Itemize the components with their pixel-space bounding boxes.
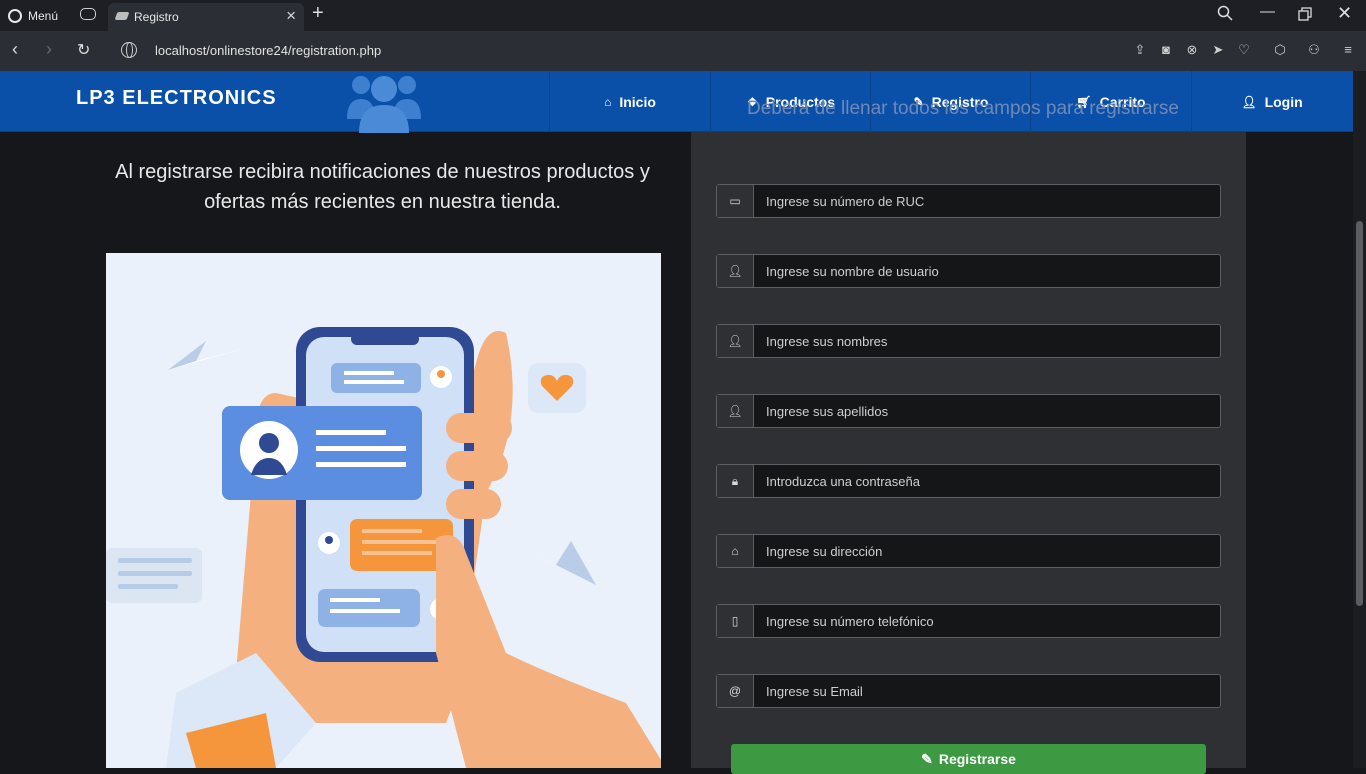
browser-address-bar: ‹ › ↻ localhost/onlinestore24/registrati… xyxy=(0,31,1366,71)
browser-menu-button[interactable]: Menú xyxy=(8,6,58,26)
at-icon: @ xyxy=(717,675,754,707)
browser-tab-bar: Menú Registro × + — ✕ xyxy=(0,0,1366,31)
reload-icon[interactable]: ↻ xyxy=(77,40,90,60)
tab-close-icon[interactable]: × xyxy=(286,6,296,26)
minimize-icon[interactable]: — xyxy=(1260,3,1275,20)
easy-setup-icon[interactable]: ≡ xyxy=(1340,42,1356,58)
browser-menu-label: Menú xyxy=(28,9,59,23)
ruc-input[interactable] xyxy=(754,185,1220,217)
url-field[interactable]: localhost/onlinestore24/registration.php xyxy=(155,43,381,58)
scrollbar-thumb[interactable] xyxy=(1356,221,1363,606)
last-names-input[interactable] xyxy=(754,395,1220,427)
site-info-globe-icon[interactable] xyxy=(121,42,137,58)
address-field: ⌂ xyxy=(716,534,1221,568)
snapshot-camera-icon[interactable]: ◙ xyxy=(1158,42,1174,58)
send-icon[interactable]: ➤ xyxy=(1210,42,1226,58)
gamepad-icon[interactable] xyxy=(80,8,96,20)
nav-login[interactable]: 👤︎ Login xyxy=(1191,71,1352,132)
ruc-field: ▭ xyxy=(716,184,1221,218)
phone-field: ▯ xyxy=(716,604,1221,638)
phone-input[interactable] xyxy=(754,605,1220,637)
search-tabs-icon[interactable] xyxy=(1217,5,1233,25)
home-icon: ⌂ xyxy=(717,535,754,567)
share-icon[interactable]: ⇪ xyxy=(1132,42,1148,58)
password-input[interactable] xyxy=(754,465,1220,497)
opera-logo-icon xyxy=(8,9,22,23)
restore-icon[interactable] xyxy=(1298,7,1312,25)
user-icon: 👤︎ xyxy=(1241,94,1257,109)
registration-tagline: Al registrarse recibira notificaciones d… xyxy=(115,161,650,213)
window-close-icon[interactable]: ✕ xyxy=(1337,3,1352,24)
last-names-field: 👤︎ xyxy=(716,394,1221,428)
tab-favicon-icon xyxy=(114,12,130,20)
address-input[interactable] xyxy=(754,535,1220,567)
nav-inicio[interactable]: ⌂ Inicio xyxy=(549,71,710,132)
user-icon: 👤︎ xyxy=(717,395,754,427)
email-field: @ xyxy=(716,674,1221,708)
credit-card-icon: ▭ xyxy=(717,185,754,217)
registration-illustration xyxy=(106,253,661,768)
extensions-cube-icon[interactable]: ⬡ xyxy=(1272,42,1288,58)
username-input[interactable] xyxy=(754,255,1220,287)
nav-login-label: Login xyxy=(1264,93,1303,110)
email-input[interactable] xyxy=(754,675,1220,707)
user-icon: 👤︎ xyxy=(717,325,754,357)
users-group-icon xyxy=(347,76,421,133)
home-icon: ⌂ xyxy=(604,94,612,109)
new-tab-icon[interactable]: + xyxy=(312,2,324,25)
first-names-input[interactable] xyxy=(754,325,1220,357)
heart-icon[interactable]: ♡ xyxy=(1236,42,1252,58)
register-button[interactable]: ✎ Registrarse xyxy=(731,744,1206,774)
mobile-icon: ▯ xyxy=(717,605,754,637)
lock-icon: 🔒︎ xyxy=(717,465,754,497)
nav-inicio-label: Inicio xyxy=(619,93,656,110)
form-heading: Deberá de llenar todos los campos para r… xyxy=(747,98,1179,119)
block-ads-icon[interactable]: ⊗ xyxy=(1184,42,1200,58)
pencil-icon: ✎ xyxy=(921,750,933,767)
password-field: 🔒︎ xyxy=(716,464,1221,498)
brand-logo[interactable]: LP3 ELECTRONICS xyxy=(76,87,277,110)
register-button-label: Registrarse xyxy=(938,751,1016,767)
page-scrollbar[interactable] xyxy=(1353,71,1366,768)
forward-icon[interactable]: › xyxy=(46,39,52,60)
back-icon[interactable]: ‹ xyxy=(12,39,18,60)
first-names-field: 👤︎ xyxy=(716,324,1221,358)
username-field: 👤︎ xyxy=(716,254,1221,288)
browser-tab[interactable]: Registro × xyxy=(108,3,304,31)
user-icon: 👤︎ xyxy=(717,255,754,287)
tab-title: Registro xyxy=(134,10,179,24)
profile-icon[interactable]: ⚇ xyxy=(1306,42,1322,58)
registration-form-panel xyxy=(691,132,1246,768)
